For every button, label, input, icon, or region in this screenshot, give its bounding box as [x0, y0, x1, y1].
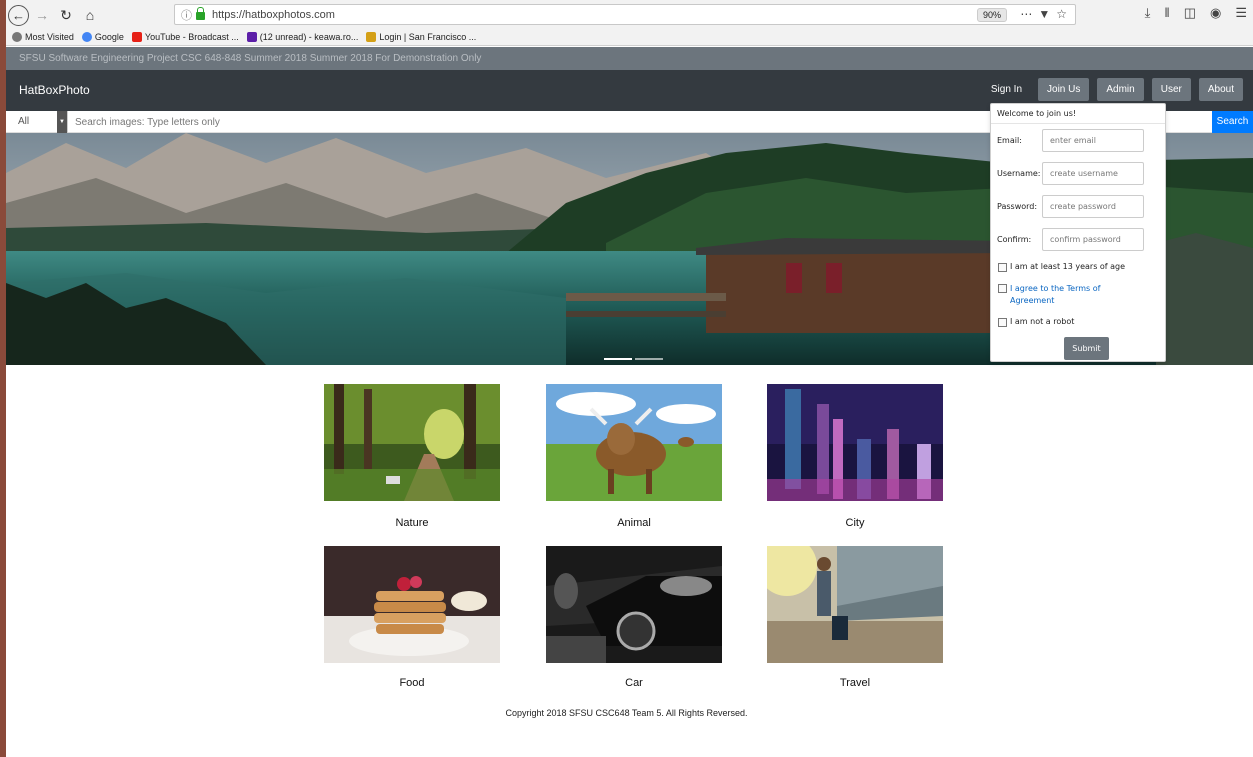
category-label[interactable]: Animal	[546, 517, 722, 529]
confirm-label: Confirm:	[997, 235, 1032, 244]
email-field[interactable]	[1042, 129, 1144, 152]
terms-checkbox-row: I agree to the Terms of Agreement	[998, 283, 1110, 307]
username-row: Username:	[997, 162, 1144, 185]
youtube-icon	[131, 32, 142, 42]
bookmark-item[interactable]: Most Visited	[12, 32, 74, 42]
username-label: Username:	[997, 169, 1041, 178]
join-us-button[interactable]: Join Us	[1038, 78, 1090, 101]
bookmark-item[interactable]: Login | San Francisco ...	[366, 32, 476, 42]
demo-banner: SFSU Software Engineering Project CSC 64…	[6, 47, 1253, 70]
join-form-dropdown: Welcome to join us! Email: Username: Pas…	[990, 103, 1166, 362]
browser-chrome: ← → ↻ ⌂ ⓘ https://hatboxphotos.com 90% ⋯…	[6, 0, 1253, 46]
pocket-icon[interactable]: ▼	[1038, 7, 1050, 21]
chevron-down-icon: ▼	[57, 111, 67, 133]
nature-image[interactable]	[324, 384, 500, 501]
menu-icon[interactable]: ☰	[1235, 5, 1247, 21]
sidebar-icon[interactable]: ◫	[1184, 5, 1196, 21]
carousel-indicator[interactable]	[604, 358, 632, 360]
zoom-badge[interactable]: 90%	[976, 8, 1007, 22]
robot-checkbox[interactable]	[998, 318, 1007, 327]
carousel-indicators	[604, 358, 663, 360]
gear-icon	[12, 32, 22, 42]
back-icon[interactable]: ←	[8, 4, 29, 26]
terms-link[interactable]: I agree to the Terms of Agreement	[1010, 283, 1110, 307]
category-label[interactable]: Car	[546, 677, 722, 689]
email-label: Email:	[997, 136, 1022, 145]
carousel-indicator[interactable]	[635, 358, 663, 360]
category-select[interactable]: All ▼	[6, 111, 68, 133]
animal-image[interactable]	[546, 384, 722, 501]
yahoo-icon	[246, 32, 257, 42]
bookmark-item[interactable]: Google	[81, 32, 124, 42]
bookmark-star-icon[interactable]: ☆	[1056, 7, 1067, 21]
category-tile-food[interactable]: Food	[324, 546, 500, 689]
category-label[interactable]: City	[767, 517, 943, 529]
confirm-password-field[interactable]	[1042, 228, 1144, 251]
category-tile-travel[interactable]: Travel	[767, 546, 943, 689]
email-row: Email:	[997, 129, 1144, 152]
category-tile-animal[interactable]: Animal	[546, 384, 722, 529]
age-checkbox-row: I am at least 13 years of age	[998, 262, 1125, 272]
category-tile-nature[interactable]: Nature	[324, 384, 500, 529]
google-icon	[81, 32, 92, 42]
forward-icon[interactable]: →	[31, 4, 53, 26]
page-actions: ⋯ ▼ ☆	[1020, 7, 1067, 21]
travel-image[interactable]	[767, 546, 943, 663]
bookmark-item[interactable]: (12 unread) - keawa.ro...	[246, 32, 358, 42]
age-checkbox[interactable]	[998, 263, 1007, 272]
submit-button[interactable]: Submit	[1064, 337, 1109, 360]
password-label: Password:	[997, 202, 1038, 211]
info-icon[interactable]: ⓘ	[181, 7, 192, 23]
food-image[interactable]	[324, 546, 500, 663]
terms-checkbox[interactable]	[998, 284, 1007, 293]
home-icon[interactable]: ⌂	[79, 4, 101, 26]
login-icon	[366, 32, 377, 42]
user-button[interactable]: User	[1151, 78, 1191, 101]
sign-in-link[interactable]: Sign In	[983, 78, 1030, 101]
bookmarks-bar: Most Visited Google YouTube - Broadcast …	[12, 29, 476, 45]
username-field[interactable]	[1042, 162, 1144, 185]
password-row: Password:	[997, 195, 1144, 218]
brand-logo[interactable]: HatBoxPhoto	[19, 83, 90, 97]
extension-icon[interactable]: ◉	[1210, 5, 1221, 21]
url-text: https://hatboxphotos.com	[212, 8, 335, 21]
address-bar[interactable]: ⓘ https://hatboxphotos.com 90% ⋯ ▼ ☆	[174, 4, 1076, 25]
about-button[interactable]: About	[1198, 78, 1243, 101]
download-icon[interactable]: ⤓	[1145, 5, 1151, 21]
confirm-row: Confirm:	[997, 228, 1144, 251]
password-field[interactable]	[1042, 195, 1144, 218]
nav-links: Sign In Join Us Admin User About	[983, 78, 1243, 101]
join-form-title: Welcome to join us!	[991, 104, 1165, 124]
category-tile-car[interactable]: Car	[546, 546, 722, 689]
more-actions-icon[interactable]: ⋯	[1020, 7, 1032, 21]
age-checkbox-label: I am at least 13 years of age	[1010, 262, 1126, 271]
car-image[interactable]	[546, 546, 722, 663]
category-tile-city[interactable]: City	[767, 384, 943, 529]
reload-icon[interactable]: ↻	[55, 4, 77, 26]
browser-nav-row: ← → ↻ ⌂ ⓘ https://hatboxphotos.com 90% ⋯…	[6, 4, 1253, 26]
city-image[interactable]	[767, 384, 943, 501]
toolbar-right: ⤓ ‖ ◫ ◉ ☰	[1145, 5, 1247, 21]
admin-button[interactable]: Admin	[1097, 78, 1144, 101]
robot-checkbox-label: I am not a robot	[1010, 317, 1075, 326]
footer-copyright: Copyright 2018 SFSU CSC648 Team 5. All R…	[505, 708, 748, 718]
robot-checkbox-row: I am not a robot	[998, 317, 1074, 327]
library-icon[interactable]: ‖	[1164, 5, 1169, 21]
category-label[interactable]: Food	[324, 677, 500, 689]
search-button[interactable]: Search	[1212, 111, 1253, 133]
bookmark-item[interactable]: YouTube - Broadcast ...	[131, 32, 239, 42]
lock-icon	[196, 7, 205, 20]
category-label[interactable]: Nature	[324, 517, 500, 529]
category-label[interactable]: Travel	[767, 677, 943, 689]
